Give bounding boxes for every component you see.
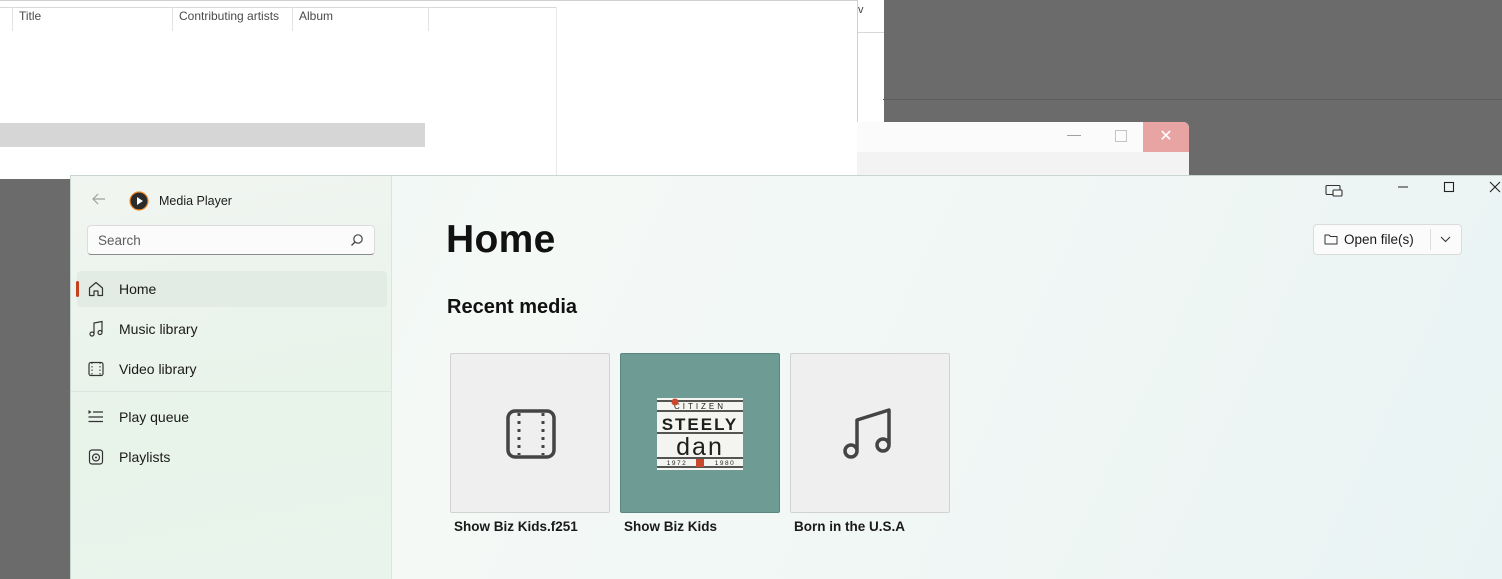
back-arrow-icon[interactable] (87, 190, 111, 214)
album-art-text: 1980 (715, 460, 735, 467)
media-title: Show Biz Kids.f251 (454, 519, 578, 534)
column-title[interactable]: Title (19, 9, 41, 23)
close-button[interactable]: ✕ (1143, 122, 1189, 152)
column-contributing-artists[interactable]: Contributing artists (179, 9, 279, 23)
open-files-split-button: Open file(s) (1313, 224, 1462, 255)
close-button[interactable] (1472, 180, 1502, 204)
sidebar-item-label: Music library (119, 321, 198, 337)
background-dialog-window: — ✕ (857, 122, 1189, 178)
column-album[interactable]: Album (299, 9, 333, 23)
edge-glyph: v (858, 4, 864, 16)
album-art-text: 1972 (667, 460, 687, 467)
open-files-button[interactable]: Open file(s) (1314, 225, 1430, 254)
background-window-edge: v (857, 0, 884, 122)
album-art-text: dan (676, 433, 724, 461)
sidebar-item-home[interactable]: Home (76, 271, 387, 307)
close-icon (1489, 181, 1501, 193)
media-player-window: Media Player Home Music library (70, 175, 1502, 579)
chevron-down-icon (1440, 236, 1451, 243)
column-separator (172, 7, 173, 31)
app-title: Media Player (159, 194, 232, 208)
music-placeholder-icon (843, 408, 891, 459)
open-files-label: Open file(s) (1344, 232, 1414, 247)
background-explorer-window: Title Contributing artists Album (0, 0, 857, 179)
minimize-icon (1398, 186, 1408, 188)
title-bar (857, 122, 1189, 152)
recent-media-item[interactable]: CITIZEN STEELY dan 1972 1980 Show Biz Ki… (620, 353, 780, 537)
minimize-icon[interactable]: — (1067, 126, 1081, 142)
video-placeholder-icon (506, 409, 556, 459)
search-icon[interactable] (350, 233, 364, 247)
playlist-icon (88, 449, 104, 465)
album-art-text: STEELY (662, 415, 739, 434)
sidebar: Media Player Home Music library (71, 176, 392, 579)
horizontal-scrollbar[interactable] (0, 123, 425, 147)
music-note-icon (89, 320, 103, 337)
sidebar-item-video-library[interactable]: Video library (77, 351, 387, 387)
album-art-image: CITIZEN STEELY dan 1972 1980 (657, 398, 743, 470)
album-art-thumbnail[interactable]: CITIZEN STEELY dan 1972 1980 (620, 353, 780, 513)
open-files-dropdown[interactable] (1431, 225, 1461, 254)
sidebar-item-music-library[interactable]: Music library (77, 311, 387, 347)
column-separator (12, 7, 13, 31)
sidebar-item-label: Playlists (119, 449, 171, 465)
mini-player-icon[interactable] (1325, 184, 1343, 198)
maximize-button[interactable] (1426, 180, 1472, 204)
folder-icon (1324, 234, 1338, 245)
column-separator (292, 7, 293, 31)
queue-list-icon (88, 410, 103, 423)
maximize-icon[interactable] (1115, 130, 1127, 142)
album-art-text: CITIZEN (674, 402, 726, 411)
maximize-icon (1443, 181, 1455, 193)
divider (883, 99, 1502, 100)
nav-divider (71, 391, 391, 392)
sidebar-item-label: Video library (119, 361, 197, 377)
media-player-logo-icon (129, 191, 149, 211)
recent-media-item[interactable]: Show Biz Kids.f251 (450, 353, 610, 537)
media-thumbnail[interactable] (790, 353, 950, 513)
divider (858, 32, 884, 33)
search-input[interactable] (88, 226, 358, 254)
recent-media-item[interactable]: Born in the U.S.A (790, 353, 950, 537)
pane-divider (556, 7, 557, 179)
sidebar-item-play-queue[interactable]: Play queue (77, 399, 387, 435)
media-thumbnail[interactable] (450, 353, 610, 513)
home-icon (88, 281, 104, 297)
sidebar-item-label: Home (119, 281, 157, 297)
media-title: Show Biz Kids (624, 519, 718, 534)
section-title: Recent media (447, 296, 578, 318)
column-separator (428, 7, 429, 31)
media-title: Born in the U.S.A (794, 519, 905, 534)
active-indicator (76, 281, 79, 297)
sidebar-item-label: Play queue (119, 409, 190, 425)
film-icon (88, 361, 104, 377)
sidebar-item-playlists[interactable]: Playlists (77, 439, 387, 475)
page-title: Home (446, 218, 556, 261)
search-box[interactable] (87, 225, 375, 255)
minimize-button[interactable] (1380, 180, 1426, 204)
main-content: Home Recent media Open file(s) Show Biz … (392, 176, 1502, 579)
